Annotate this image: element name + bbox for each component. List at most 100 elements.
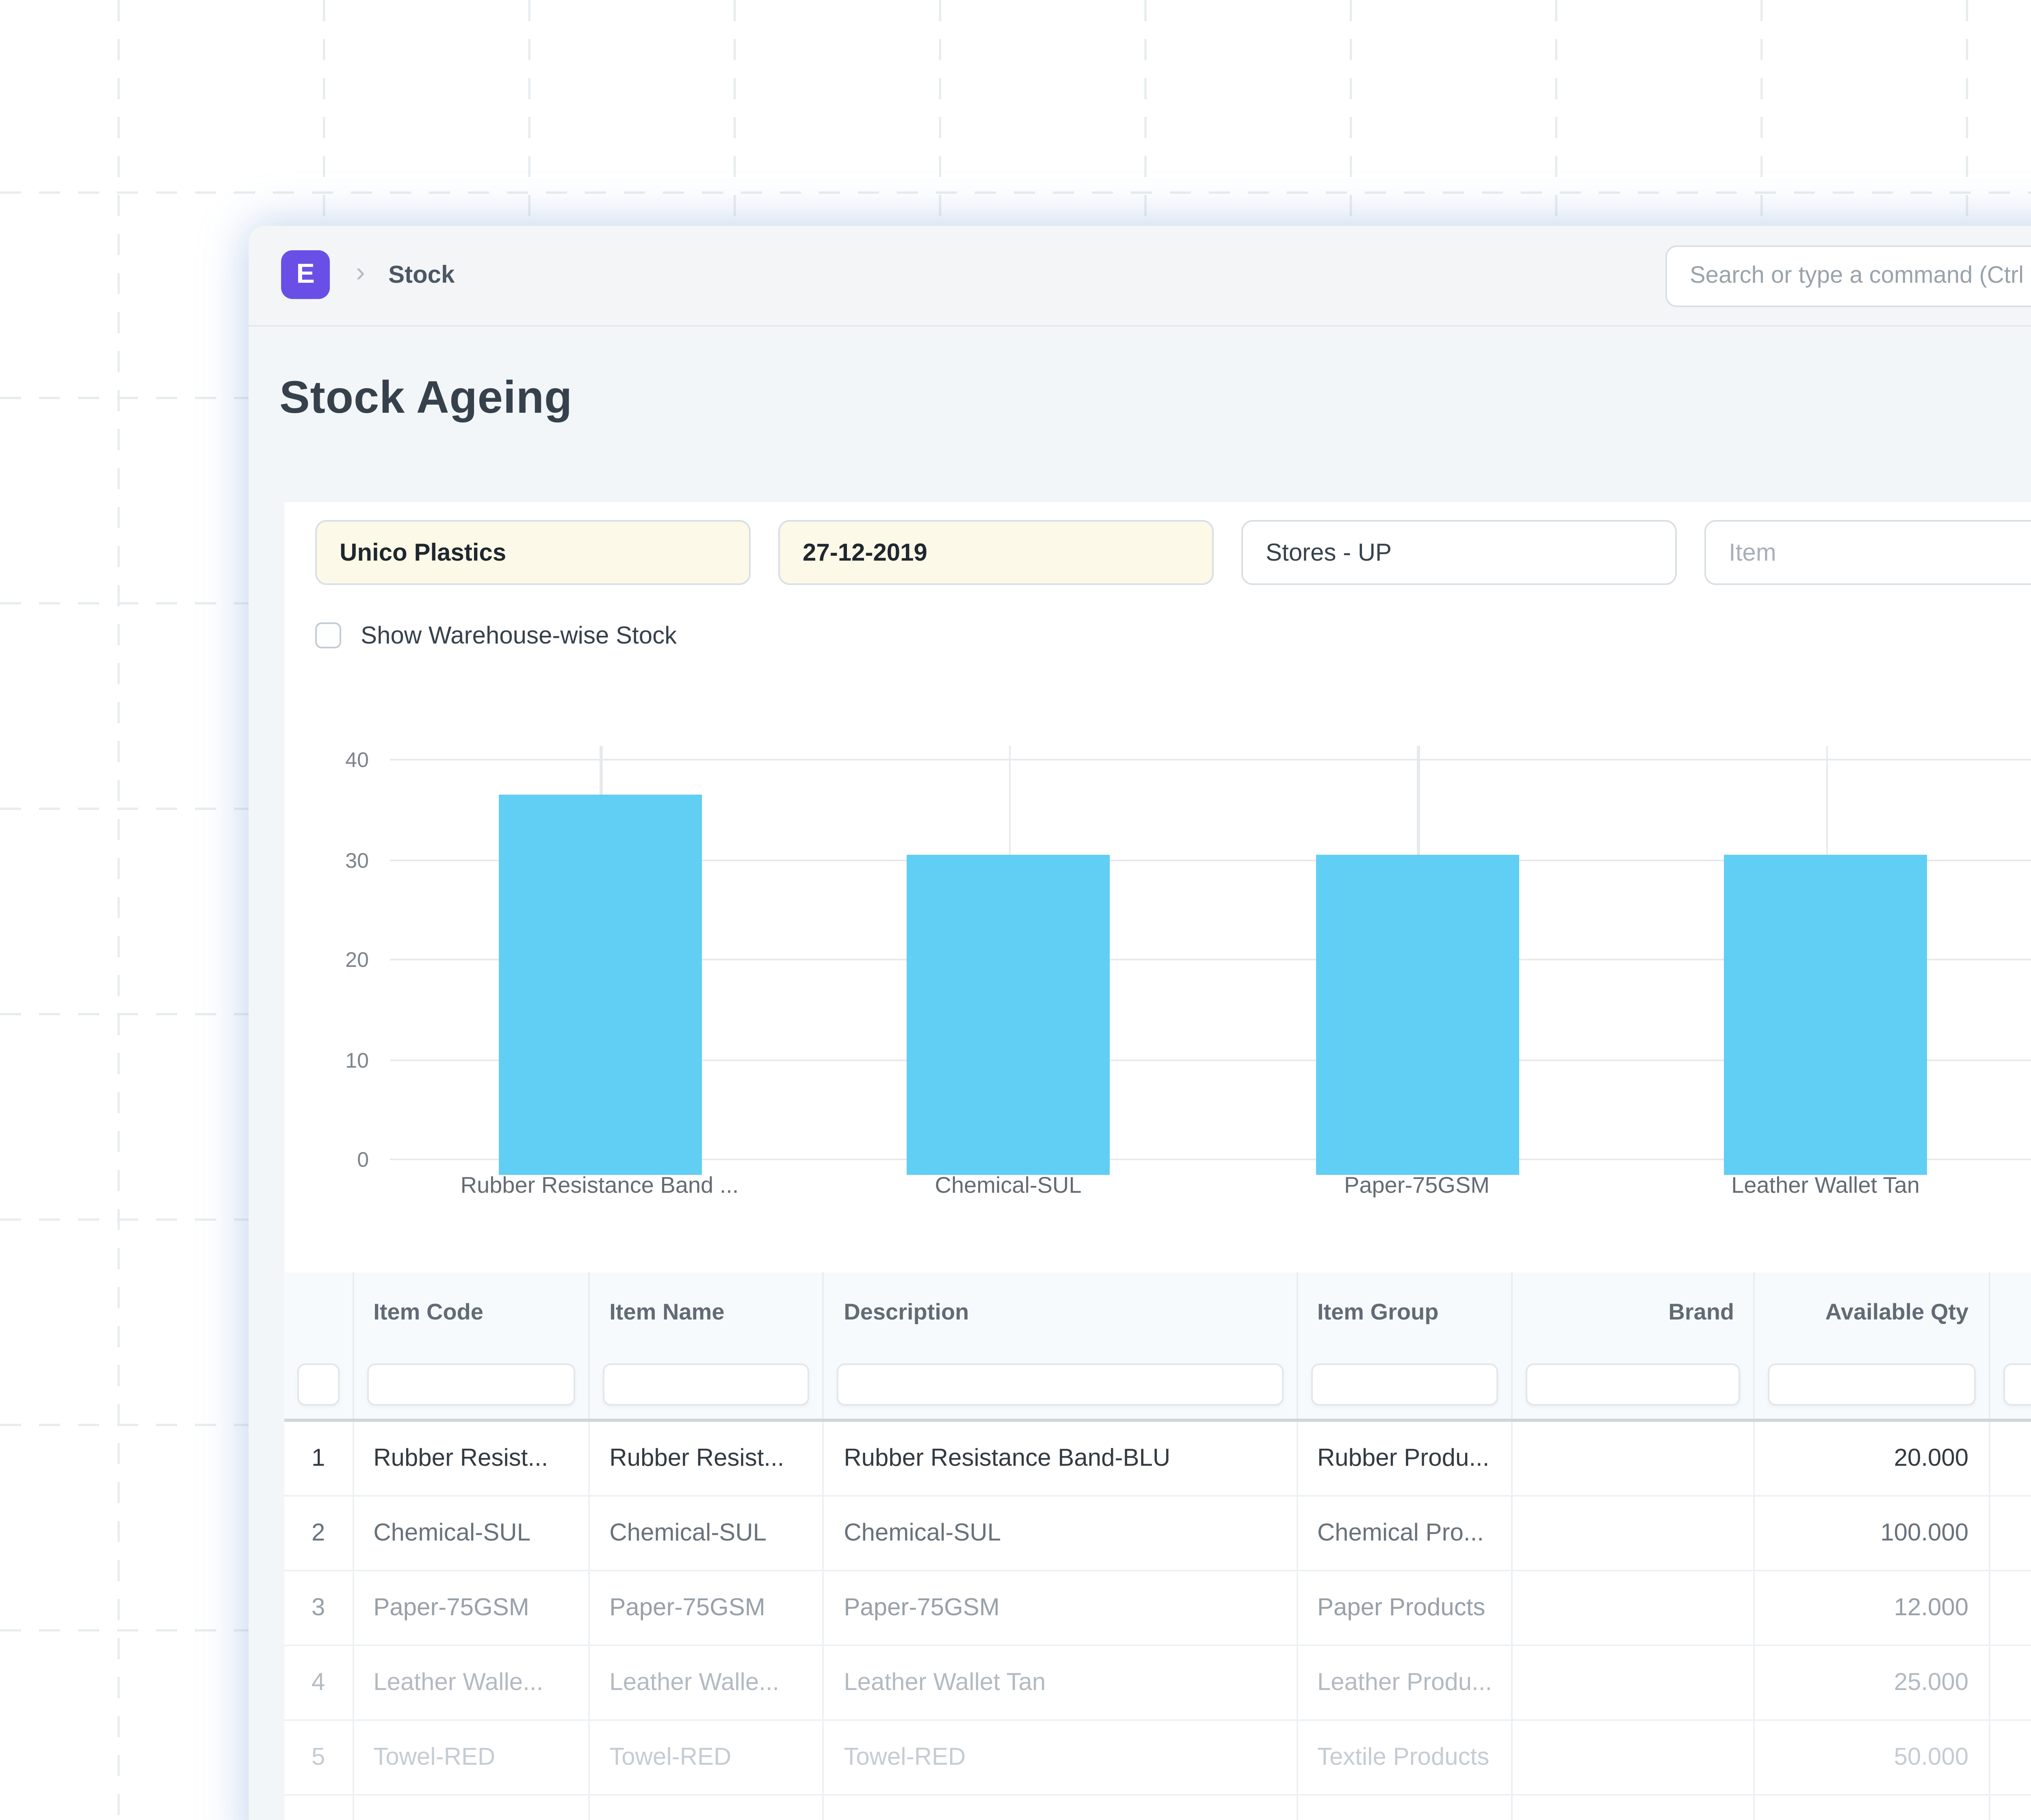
global-search (1665, 245, 2031, 307)
brand-cell (1513, 1497, 1756, 1571)
y-tick: 10 (345, 1047, 369, 1072)
gridline: 40 (345, 748, 2031, 772)
item-name-cell (590, 1796, 825, 1820)
column-header[interactable]: Average Age (1990, 1272, 2031, 1350)
column-filter-input[interactable] (297, 1363, 340, 1406)
chart-bar[interactable] (1724, 855, 1927, 1175)
available-qty-cell: 12.000 (1755, 1571, 1990, 1646)
item-name-cell: Chemical-SUL (590, 1497, 825, 1571)
y-tick: 20 (345, 947, 369, 972)
column-filter-input[interactable] (837, 1363, 1284, 1406)
item-code-cell: Rubber Resist... (354, 1422, 590, 1497)
column-filter-input[interactable] (1311, 1363, 1498, 1406)
warehouse-wise-checkbox[interactable] (315, 622, 341, 648)
breadcrumb-chevron-icon: › (356, 257, 365, 288)
item-code-cell: Leather Walle... (354, 1646, 590, 1721)
row-number (284, 1796, 354, 1820)
y-tick: 40 (345, 748, 369, 772)
chart-bar[interactable] (1315, 855, 1518, 1175)
column-header[interactable]: Brand (1513, 1272, 1756, 1350)
available-qty-cell: 50.000 (1755, 1721, 1990, 1796)
row-number: 3 (284, 1571, 354, 1646)
column-filter-input[interactable] (367, 1363, 576, 1406)
column-header[interactable]: Item Code (354, 1272, 590, 1350)
average-age-cell: 38.000 (1990, 1422, 2031, 1497)
company-filter[interactable] (315, 520, 751, 585)
design-canvas: E › Stock P Settings▼ Stock Ageing Menu▼… (0, 0, 2031, 1820)
breadcrumb[interactable]: Stock (388, 262, 455, 289)
column-filter-input[interactable] (1768, 1363, 1975, 1406)
row-number: 5 (284, 1721, 354, 1796)
item-name-cell: Towel-RED (590, 1721, 825, 1796)
average-age-cell (1990, 1796, 2031, 1820)
search-input[interactable] (1667, 247, 2031, 306)
brand-cell (1513, 1721, 1756, 1796)
column-header[interactable]: Item Name (590, 1272, 825, 1350)
item-code-cell: Chemical-SUL (354, 1497, 590, 1571)
column-filter-input[interactable] (2003, 1363, 2031, 1406)
app-window: E › Stock P Settings▼ Stock Ageing Menu▼… (249, 226, 2031, 1820)
average-age-cell: 31.000 (1990, 1721, 2031, 1796)
table-row[interactable] (284, 1796, 2031, 1820)
report-panel: Show Warehouse-wise Stock 40 30 20 10 0 (284, 502, 2031, 1820)
column-header[interactable]: Available Qty (1755, 1272, 1990, 1350)
item-name-cell: Leather Walle... (590, 1646, 825, 1721)
row-number: 4 (284, 1646, 354, 1721)
brand-cell (1513, 1571, 1756, 1646)
table-row[interactable]: 1 Rubber Resist... Rubber Resist... Rubb… (284, 1422, 2031, 1497)
column-filter-input[interactable] (603, 1363, 810, 1406)
average-age-cell: 32.000 (1990, 1497, 2031, 1571)
table-row[interactable]: 5 Towel-RED Towel-RED Towel-RED Textile … (284, 1721, 2031, 1796)
item-name-cell: Paper-75GSM (590, 1571, 825, 1646)
description-cell: Towel-RED (824, 1721, 1298, 1796)
item-code-cell: Towel-RED (354, 1721, 590, 1796)
report-table: Item Code Item Name Description Item Gro… (284, 1272, 2031, 1820)
column-header[interactable]: Item Group (1297, 1272, 1513, 1350)
x-axis-label: Leather Wallet Tan (1731, 1172, 1920, 1198)
item-code-cell: Paper-75GSM (354, 1571, 590, 1646)
item-group-cell: Paper Products (1297, 1571, 1513, 1646)
item-group-cell: Leather Produ... (1297, 1646, 1513, 1721)
item-group-cell (1297, 1796, 1513, 1820)
item-name-cell: Rubber Resist... (590, 1422, 825, 1497)
page-title: Stock Ageing (279, 372, 573, 422)
brand-cell (1513, 1422, 1756, 1497)
item-group-cell: Rubber Produ... (1297, 1422, 1513, 1497)
item-filter[interactable] (1704, 520, 2031, 585)
navbar: E › Stock P Settings▼ (249, 226, 2031, 327)
average-age-cell: 32.000 (1990, 1571, 2031, 1646)
y-tick: 0 (357, 1147, 369, 1172)
table-filter-row (284, 1350, 2031, 1419)
column-header[interactable] (284, 1272, 354, 1350)
y-tick: 30 (345, 847, 369, 872)
x-axis-label: Rubber Resistance Band ... (460, 1172, 739, 1198)
average-age-cell: 32.000 (1990, 1646, 2031, 1721)
table-row[interactable]: 2 Chemical-SUL Chemical-SUL Chemical-SUL… (284, 1497, 2031, 1571)
available-qty-cell (1755, 1796, 1990, 1820)
row-number: 1 (284, 1422, 354, 1497)
as-on-date-filter[interactable] (778, 520, 1214, 585)
table-row[interactable]: 3 Paper-75GSM Paper-75GSM Paper-75GSM Pa… (284, 1571, 2031, 1646)
chart-bar[interactable] (907, 855, 1110, 1175)
description-cell: Paper-75GSM (824, 1571, 1298, 1646)
chart-bar[interactable] (498, 795, 701, 1175)
app-logo[interactable]: E (281, 250, 330, 299)
row-number: 2 (284, 1497, 354, 1571)
table-header-row: Item Code Item Name Description Item Gro… (284, 1272, 2031, 1350)
warehouse-filter[interactable] (1241, 520, 1677, 585)
table-row[interactable]: 4 Leather Walle... Leather Walle... Leat… (284, 1646, 2031, 1721)
description-cell: Rubber Resistance Band-BLU (824, 1422, 1298, 1497)
item-code-cell (354, 1796, 590, 1820)
column-header[interactable]: Description (824, 1272, 1298, 1350)
table-divider (284, 1419, 2031, 1422)
column-filter-input[interactable] (1526, 1363, 1741, 1406)
item-group-cell: Textile Products (1297, 1721, 1513, 1796)
description-cell (824, 1796, 1298, 1820)
item-group-cell: Chemical Pro... (1297, 1497, 1513, 1571)
available-qty-cell: 100.000 (1755, 1497, 1990, 1571)
available-qty-cell: 20.000 (1755, 1422, 1990, 1497)
x-axis-label: Chemical-SUL (935, 1172, 1082, 1198)
description-cell: Chemical-SUL (824, 1497, 1298, 1571)
stock-ageing-chart: 40 30 20 10 0 Rubber Resistance Band ... (284, 746, 2031, 1233)
x-axis-label: Paper-75GSM (1344, 1172, 1490, 1198)
